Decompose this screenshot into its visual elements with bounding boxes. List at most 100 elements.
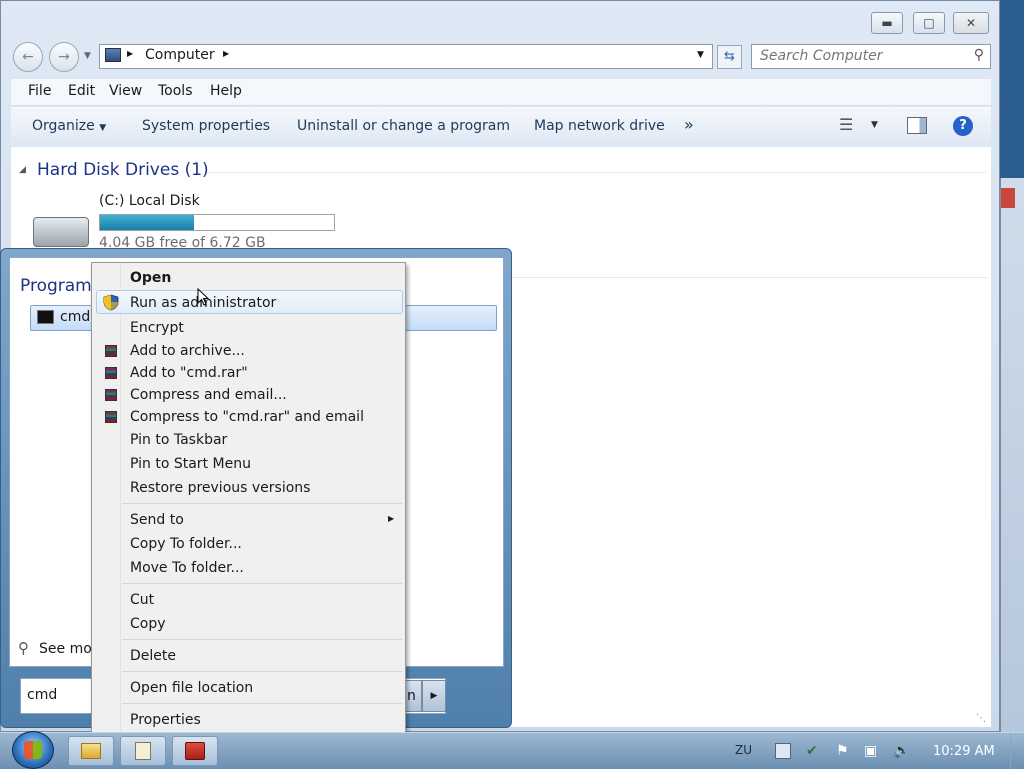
search-box[interactable]: ⚲ bbox=[751, 44, 991, 69]
ctx-restore-previous-versions[interactable]: Restore previous versions bbox=[130, 477, 310, 499]
ctx-open-file-location[interactable]: Open file location bbox=[130, 677, 253, 699]
search-icon[interactable]: ⚲ bbox=[974, 47, 984, 63]
ctx-compress-to-cmd-rar-and-email[interactable]: Compress to "cmd.rar" and email bbox=[130, 406, 364, 428]
winrar-icon bbox=[105, 367, 117, 379]
shutdown-options-arrow-icon[interactable]: ▶ bbox=[422, 680, 446, 712]
command-bar: Organize ▼ System properties Uninstall o… bbox=[11, 107, 991, 148]
view-dropdown-icon[interactable]: ▼ bbox=[871, 120, 878, 130]
network-icon[interactable]: ✔ bbox=[806, 743, 822, 759]
computer-icon bbox=[105, 48, 121, 62]
hard-disk-icon bbox=[33, 217, 89, 247]
address-bar[interactable]: ▶ Computer ▶ ▼ bbox=[99, 44, 713, 69]
taskbar: ZU ✔ ⚑ ▣ 🔈 10:29 AM bbox=[0, 731, 1024, 769]
ctx-pin-to-start-menu[interactable]: Pin to Start Menu bbox=[130, 453, 251, 475]
mouse-cursor-icon bbox=[197, 288, 209, 306]
command-prompt-icon bbox=[37, 310, 54, 324]
keyboard-icon[interactable] bbox=[775, 743, 791, 759]
menu-view[interactable]: View bbox=[109, 83, 142, 99]
menu-help[interactable]: Help bbox=[210, 83, 242, 99]
ctx-copy-to-folder[interactable]: Copy To folder... bbox=[130, 533, 242, 555]
breadcrumb-computer[interactable]: Computer bbox=[145, 47, 215, 63]
language-indicator[interactable]: ZU bbox=[735, 743, 752, 757]
show-desktop-button[interactable] bbox=[1010, 733, 1024, 769]
taskbar-explorer-button[interactable] bbox=[68, 736, 114, 766]
menu-separator bbox=[122, 671, 402, 672]
folder-icon bbox=[81, 743, 101, 759]
action-center-flag-icon[interactable]: ⚑ bbox=[836, 743, 852, 759]
minimize-button[interactable]: ▬ bbox=[871, 12, 903, 34]
taskbar-notepad-button[interactable] bbox=[120, 736, 166, 766]
application-icon bbox=[185, 742, 205, 760]
help-icon[interactable]: ? bbox=[953, 116, 973, 136]
uac-shield-icon bbox=[102, 294, 120, 311]
volume-muted-icon[interactable]: 🔈 bbox=[893, 743, 910, 759]
ctx-properties[interactable]: Properties bbox=[130, 709, 201, 731]
back-button[interactable]: ← bbox=[13, 42, 43, 72]
ctx-encrypt[interactable]: Encrypt bbox=[130, 317, 184, 339]
drive-usage-bar bbox=[99, 214, 335, 231]
ctx-add-to-archive[interactable]: Add to archive... bbox=[130, 340, 245, 362]
see-more-results-link[interactable]: See mo bbox=[39, 641, 92, 657]
winrar-icon bbox=[105, 411, 117, 423]
display-icon[interactable]: ▣ bbox=[864, 743, 880, 759]
maximize-button[interactable]: □ bbox=[913, 12, 945, 34]
collapse-group-icon[interactable]: ◢ bbox=[19, 165, 26, 175]
windows-logo-icon bbox=[24, 741, 42, 759]
address-dropdown-icon[interactable]: ▼ bbox=[697, 50, 704, 60]
more-commands-icon[interactable]: » bbox=[684, 115, 694, 134]
search-result-label: cmd. bbox=[60, 309, 95, 325]
back-arrow-icon: ← bbox=[22, 49, 34, 65]
ctx-delete[interactable]: Delete bbox=[130, 645, 176, 667]
close-button[interactable]: ✕ bbox=[953, 12, 989, 34]
ctx-cut[interactable]: Cut bbox=[130, 589, 154, 611]
winrar-icon bbox=[105, 345, 117, 357]
shutdown-button[interactable]: n bbox=[405, 680, 422, 712]
breadcrumb-arrow-icon[interactable]: ▶ bbox=[127, 49, 133, 58]
ctx-add-to-cmd-rar[interactable]: Add to "cmd.rar" bbox=[130, 362, 248, 384]
chevron-down-icon: ▼ bbox=[99, 123, 107, 133]
change-view-icon[interactable]: ☰ bbox=[839, 115, 853, 134]
menu-file[interactable]: File bbox=[28, 83, 51, 99]
menu-bar: File Edit View Tools Help bbox=[11, 79, 991, 106]
drive-name[interactable]: (C:) Local Disk bbox=[99, 193, 200, 209]
ctx-compress-and-email[interactable]: Compress and email... bbox=[130, 384, 287, 406]
menu-edit[interactable]: Edit bbox=[68, 83, 95, 99]
winrar-icon bbox=[105, 389, 117, 401]
start-search-input[interactable]: cmd bbox=[27, 687, 57, 703]
start-button[interactable] bbox=[12, 731, 54, 769]
preview-pane-icon[interactable] bbox=[907, 117, 927, 134]
background-window[interactable] bbox=[1000, 178, 1024, 732]
search-input[interactable] bbox=[758, 47, 962, 65]
section-title[interactable]: Hard Disk Drives (1) bbox=[37, 160, 209, 180]
forward-arrow-icon: → bbox=[58, 49, 70, 65]
ctx-send-to[interactable]: Send to bbox=[130, 509, 184, 531]
ctx-open[interactable]: Open bbox=[130, 267, 171, 289]
magnifier-icon: ⚲ bbox=[18, 639, 29, 657]
map-network-drive-button[interactable]: Map network drive bbox=[534, 118, 665, 134]
ctx-move-to-folder[interactable]: Move To folder... bbox=[130, 557, 244, 579]
resize-grip-icon[interactable]: ⋱ bbox=[976, 713, 986, 724]
uninstall-program-button[interactable]: Uninstall or change a program bbox=[297, 118, 510, 134]
menu-separator bbox=[122, 503, 402, 504]
menu-tools[interactable]: Tools bbox=[158, 83, 193, 99]
menu-separator bbox=[122, 639, 402, 640]
ctx-copy[interactable]: Copy bbox=[130, 613, 166, 635]
section-divider bbox=[511, 277, 987, 278]
system-properties-button[interactable]: System properties bbox=[142, 118, 270, 134]
section-divider bbox=[207, 172, 987, 173]
drive-usage-fill bbox=[100, 215, 194, 230]
clock[interactable]: 10:29 AM bbox=[933, 744, 995, 759]
organize-button[interactable]: Organize ▼ bbox=[32, 118, 106, 134]
icon-gutter-divider bbox=[120, 263, 121, 733]
forward-button[interactable]: → bbox=[49, 42, 79, 72]
recent-pages-chevron-icon[interactable]: ▼ bbox=[84, 51, 91, 61]
programs-header: Programs bbox=[20, 276, 101, 296]
refresh-icon[interactable]: ⇆ bbox=[717, 45, 742, 69]
taskbar-app-button[interactable] bbox=[172, 736, 218, 766]
submenu-arrow-icon: ▶ bbox=[388, 514, 395, 523]
breadcrumb-arrow-icon[interactable]: ▶ bbox=[223, 49, 229, 58]
background-close-button[interactable] bbox=[1001, 188, 1015, 208]
menu-separator bbox=[122, 703, 402, 704]
document-icon bbox=[135, 742, 151, 760]
ctx-pin-to-taskbar[interactable]: Pin to Taskbar bbox=[130, 429, 227, 451]
